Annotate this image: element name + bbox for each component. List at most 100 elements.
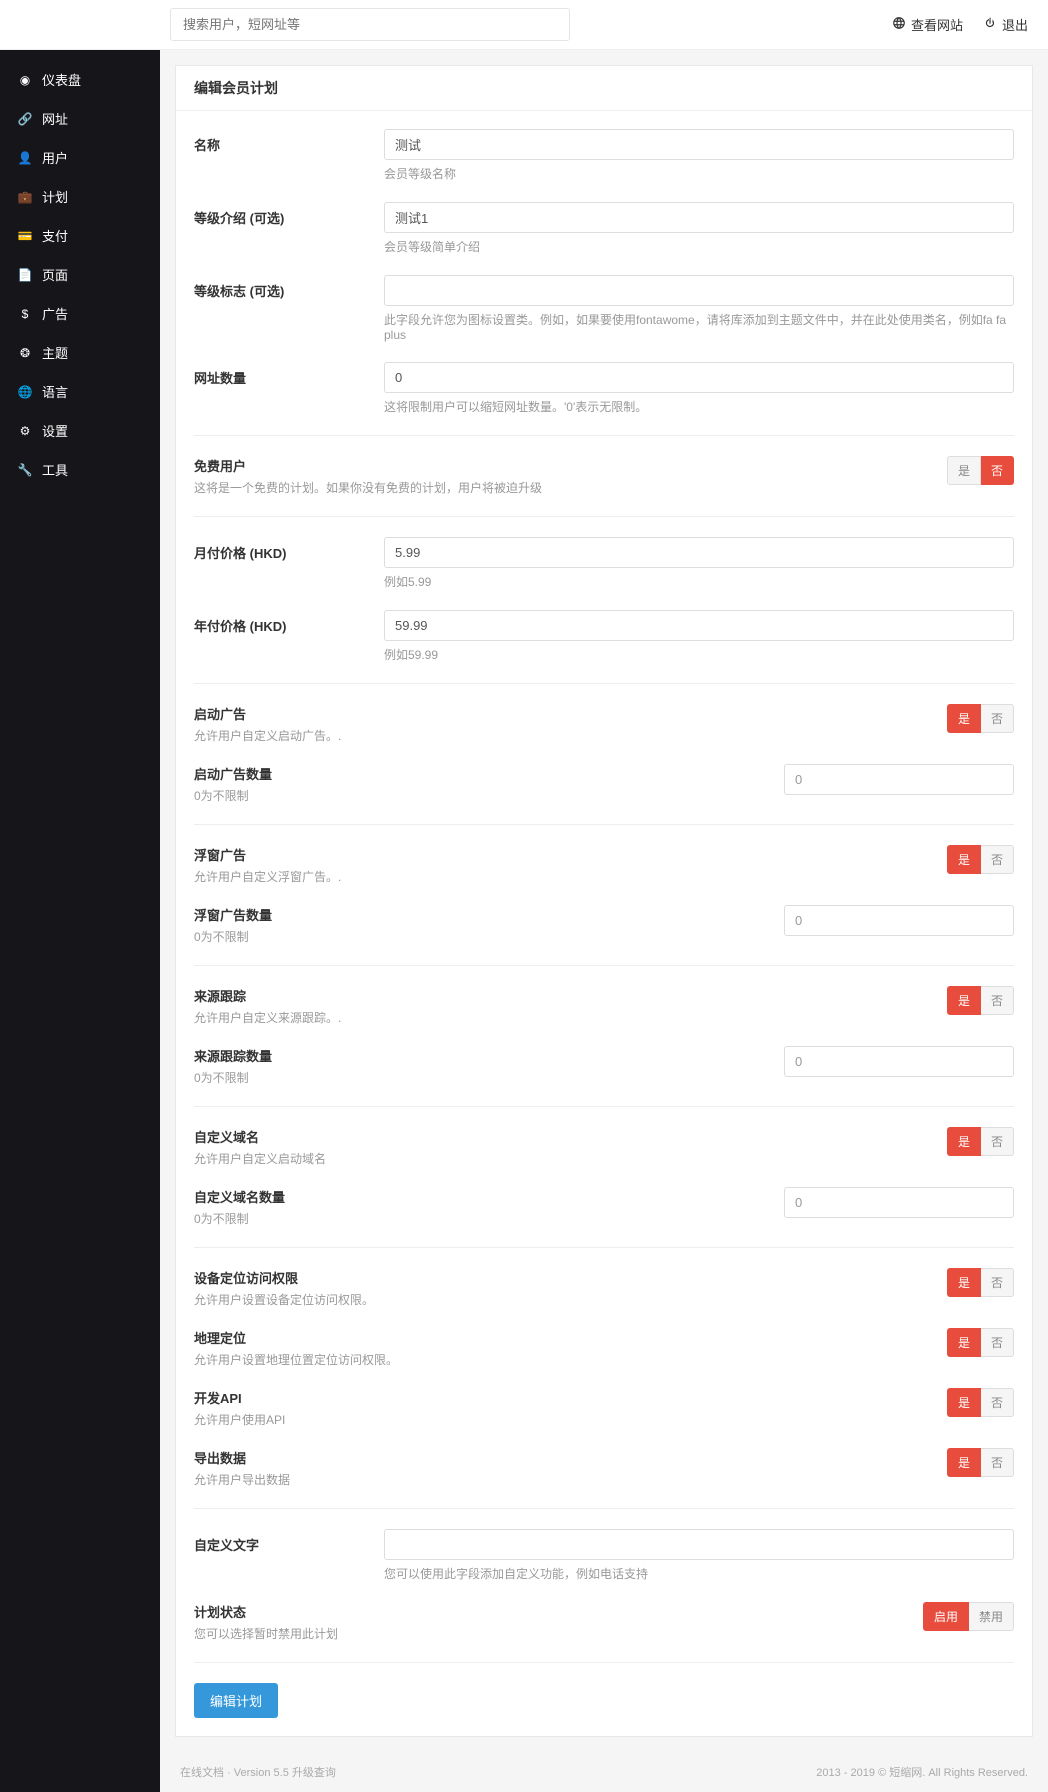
geo-toggle[interactable]: 是 否 [947,1328,1014,1357]
api-desc: 允许用户使用API [194,1411,947,1428]
nav-urls[interactable]: 🔗 网址 [0,99,160,138]
custom-text-help: 您可以使用此字段添加自定义功能，例如电话支持 [384,1565,1014,1582]
geo-desc: 允许用户设置地理位置定位访问权限。 [194,1351,947,1368]
monthly-help: 例如5.99 [384,573,1014,590]
splash-title: 启动广告 [194,704,947,723]
domain-count-input[interactable] [784,1187,1014,1218]
intro-help: 会员等级简单介绍 [384,238,1014,255]
geo-title: 地理定位 [194,1328,947,1347]
api-title: 开发API [194,1388,947,1407]
briefcase-icon: 💼 [18,190,32,204]
toggle-no[interactable]: 否 [981,456,1014,485]
status-title: 计划状态 [194,1602,923,1621]
url-count-help: 这将限制用户可以缩短网址数量。'0'表示无限制。 [384,398,1014,415]
pixel-count-input[interactable] [784,1046,1014,1077]
toggle-yes[interactable]: 是 [947,1127,981,1156]
overlay-count-title: 浮窗广告数量 [194,905,784,924]
toggle-no[interactable]: 否 [981,986,1014,1015]
toggle-no[interactable]: 否 [981,1388,1014,1417]
free-user-desc: 这将是一个免费的计划。如果你没有免费的计划，用户将被迫升级 [194,479,947,496]
nav-settings[interactable]: ⚙ 设置 [0,411,160,450]
toggle-yes[interactable]: 是 [947,986,981,1015]
nav-label: 支付 [42,226,68,245]
gear-icon: ⚙ [18,424,32,438]
domain-count-desc: 0为不限制 [194,1210,784,1227]
overlay-count-input[interactable] [784,905,1014,936]
pixel-title: 来源跟踪 [194,986,947,1005]
toggle-yes[interactable]: 是 [947,1328,981,1357]
toggle-no[interactable]: 否 [981,845,1014,874]
splash-toggle[interactable]: 是 否 [947,704,1014,733]
toggle-no[interactable]: 否 [981,1268,1014,1297]
dashboard-icon: ◉ [18,73,32,87]
toggle-yes[interactable]: 是 [947,845,981,874]
overlay-toggle[interactable]: 是 否 [947,845,1014,874]
toggle-yes[interactable]: 是 [947,1388,981,1417]
custom-text-input[interactable] [384,1529,1014,1560]
badge-input[interactable] [384,275,1014,306]
monthly-input[interactable] [384,537,1014,568]
splash-count-title: 启动广告数量 [194,764,784,783]
pixel-count-desc: 0为不限制 [194,1069,784,1086]
device-desc: 允许用户设置设备定位访问权限。 [194,1291,947,1308]
nav-tools[interactable]: 🔧工具 [0,450,160,489]
nav-language[interactable]: 🌐语言 [0,372,160,411]
topbar: 查看网站 退出 [0,0,1048,50]
view-site-link[interactable]: 查看网站 [892,15,963,34]
name-input[interactable] [384,129,1014,160]
wrench-icon: 🔧 [18,463,32,477]
nav-label: 仪表盘 [42,70,81,89]
submit-button[interactable]: 编辑计划 [194,1683,278,1718]
toggle-no[interactable]: 否 [981,704,1014,733]
status-toggle[interactable]: 启用 禁用 [923,1602,1014,1631]
nav-label: 主题 [42,343,68,362]
name-help: 会员等级名称 [384,165,1014,182]
api-toggle[interactable]: 是 否 [947,1388,1014,1417]
footer-version: · Version 5.5 [224,1767,292,1779]
toggle-disable[interactable]: 禁用 [969,1602,1014,1631]
view-site-label: 查看网站 [911,15,963,34]
export-title: 导出数据 [194,1448,947,1467]
toggle-no[interactable]: 否 [981,1127,1014,1156]
yearly-input[interactable] [384,610,1014,641]
footer-docs[interactable]: 在线文档 [180,1767,224,1779]
link-icon: 🔗 [18,112,32,126]
search-input[interactable] [170,8,570,41]
nav-label: 网址 [42,109,68,128]
nav-pages[interactable]: 📄页面 [0,255,160,294]
pixel-desc: 允许用户自定义来源跟踪。. [194,1009,947,1026]
sidebar: ◉ 仪表盘 🔗 网址 👤用户 💼计划 💳支付 📄页面 $广告 ❂主题 🌐语言 ⚙ 设置… [0,50,160,1792]
toggle-no[interactable]: 否 [981,1328,1014,1357]
nav-users[interactable]: 👤用户 [0,138,160,177]
domain-title: 自定义域名 [194,1127,947,1146]
splash-count-input[interactable] [784,764,1014,795]
intro-input[interactable] [384,202,1014,233]
export-toggle[interactable]: 是 否 [947,1448,1014,1477]
nav-dashboard[interactable]: ◉ 仪表盘 [0,60,160,99]
device-title: 设备定位访问权限 [194,1268,947,1287]
free-user-toggle[interactable]: 是 否 [947,456,1014,485]
globe-icon: 🌐 [18,385,32,399]
toggle-no[interactable]: 否 [981,1448,1014,1477]
toggle-yes[interactable]: 是 [947,456,981,485]
overlay-title: 浮窗广告 [194,845,947,864]
toggle-enable[interactable]: 启用 [923,1602,969,1631]
footer-copyright: 2013 - 2019 © 短缩网. All Rights Reserved. [816,1764,1028,1780]
url-count-input[interactable] [384,362,1014,393]
nav-payments[interactable]: 💳支付 [0,216,160,255]
toggle-yes[interactable]: 是 [947,704,981,733]
nav-ads[interactable]: $广告 [0,294,160,333]
export-desc: 允许用户导出数据 [194,1471,947,1488]
yearly-label: 年付价格 (HKD) [194,619,286,634]
pixel-toggle[interactable]: 是 否 [947,986,1014,1015]
footer-upgrade[interactable]: 升级查询 [292,1767,336,1779]
toggle-yes[interactable]: 是 [947,1448,981,1477]
nav-plans[interactable]: 💼计划 [0,177,160,216]
device-toggle[interactable]: 是 否 [947,1268,1014,1297]
nav-themes[interactable]: ❂主题 [0,333,160,372]
domain-toggle[interactable]: 是 否 [947,1127,1014,1156]
logout-link[interactable]: 退出 [983,15,1028,34]
splash-count-desc: 0为不限制 [194,787,784,804]
toggle-yes[interactable]: 是 [947,1268,981,1297]
nav-label: 设置 [42,421,68,440]
